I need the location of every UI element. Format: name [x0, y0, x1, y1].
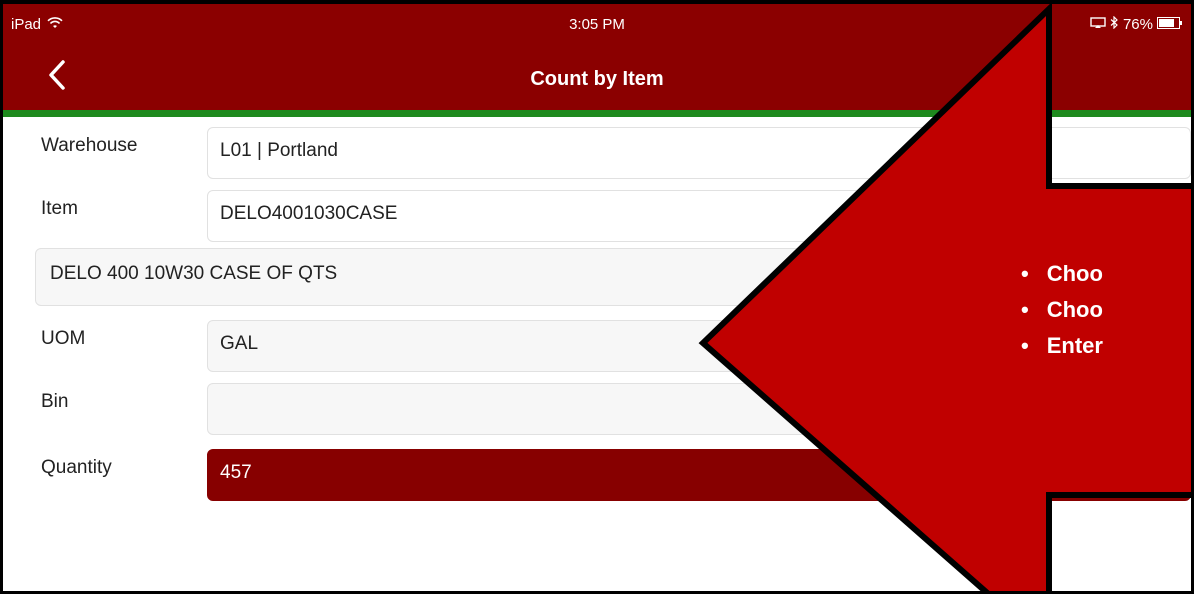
quantity-row: Quantity 457 — [17, 439, 1191, 501]
status-bar: iPad 3:05 PM 76% — [3, 4, 1191, 50]
item-label: Item — [41, 198, 78, 219]
battery-icon — [1157, 16, 1183, 33]
bluetooth-icon — [1110, 15, 1119, 33]
bullet-item: • Enter — [1021, 333, 1103, 358]
app-frame: iPad 3:05 PM 76% Count by Item Warehouse… — [0, 0, 1194, 594]
uom-label: UOM — [41, 328, 86, 349]
bullet-item: • Choo — [1021, 261, 1103, 286]
bullet-item: • Choo — [1021, 297, 1103, 322]
screen-mirror-icon — [1090, 16, 1106, 33]
item-row: Item DELO4001030CASE — [17, 180, 1191, 242]
status-right: 76% — [1090, 15, 1183, 33]
nav-bar: Count by Item — [3, 50, 1191, 110]
callout-bullets: • Choo • Choo • Enter — [1021, 256, 1103, 364]
progress-line — [3, 110, 1191, 117]
quantity-field[interactable]: 457 — [207, 449, 1191, 501]
battery-percent: 76% — [1122, 16, 1153, 33]
bin-row: Bin — [17, 373, 1191, 435]
page-title: Count by Item — [530, 68, 664, 90]
status-time: 3:05 PM — [569, 16, 625, 33]
warehouse-row: Warehouse L01 | Portland — [17, 117, 1191, 179]
bin-label: Bin — [41, 391, 69, 412]
item-description: DELO 400 10W30 CASE OF QTS — [35, 248, 1191, 306]
bin-field[interactable] — [207, 383, 1191, 435]
item-field[interactable]: DELO4001030CASE — [207, 190, 1191, 242]
warehouse-field[interactable]: L01 | Portland — [207, 127, 1191, 179]
warehouse-label: Warehouse — [41, 135, 138, 156]
quantity-label: Quantity — [41, 457, 112, 478]
uom-row: UOM GAL — [17, 310, 1191, 372]
